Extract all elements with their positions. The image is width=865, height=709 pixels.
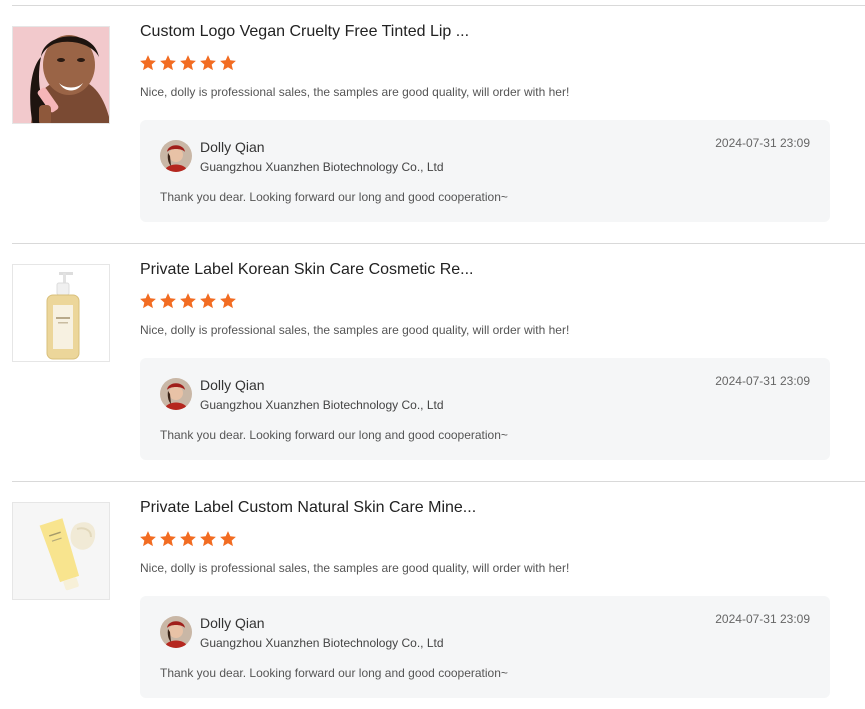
star-icon [140,293,156,309]
star-icon [220,531,236,547]
divider [12,481,865,482]
star-rating [139,530,237,548]
replier-company: Guangzhou Xuanzhen Biotechnology Co., Lt… [200,160,444,174]
review-list: Custom Logo Vegan Cruelty Free Tinted Li… [0,0,865,709]
reply-timestamp: 2024-07-31 23:09 [715,374,810,388]
star-icon [200,293,216,309]
replier-name: Dolly Qian [200,139,265,155]
star-icon [160,531,176,547]
star-icon [140,55,156,71]
woman-with-lip-balm-image [13,27,109,123]
star-icon [180,531,196,547]
product-title[interactable]: Private Label Korean Skin Care Cosmetic … [140,261,473,279]
reply-text: Thank you dear. Looking forward our long… [160,190,508,204]
divider [12,243,865,244]
supplier-reply: Dolly Qian Guangzhou Xuanzhen Biotechnol… [140,120,830,222]
replier-company: Guangzhou Xuanzhen Biotechnology Co., Lt… [200,636,444,650]
review-item: Private Label Korean Skin Care Cosmetic … [0,243,865,481]
review-item: Private Label Custom Natural Skin Care M… [0,481,865,709]
star-icon [160,55,176,71]
product-thumbnail[interactable] [12,264,110,362]
star-icon [160,293,176,309]
replier-name: Dolly Qian [200,377,265,393]
review-comment: Nice, dolly is professional sales, the s… [140,323,570,337]
divider [12,5,865,6]
product-thumbnail[interactable] [12,26,110,124]
avatar [160,140,192,172]
star-icon [200,531,216,547]
star-icon [180,55,196,71]
star-rating [139,54,237,72]
star-icon [140,531,156,547]
star-icon [200,55,216,71]
reply-timestamp: 2024-07-31 23:09 [715,136,810,150]
sunscreen-tube-image [13,503,109,599]
product-title[interactable]: Private Label Custom Natural Skin Care M… [140,499,476,517]
supplier-reply: Dolly Qian Guangzhou Xuanzhen Biotechnol… [140,596,830,698]
review-item: Custom Logo Vegan Cruelty Free Tinted Li… [0,5,865,243]
avatar [160,378,192,410]
replier-name: Dolly Qian [200,615,265,631]
supplier-reply: Dolly Qian Guangzhou Xuanzhen Biotechnol… [140,358,830,460]
reply-text: Thank you dear. Looking forward our long… [160,428,508,442]
replier-company: Guangzhou Xuanzhen Biotechnology Co., Lt… [200,398,444,412]
star-icon [220,55,236,71]
review-comment: Nice, dolly is professional sales, the s… [140,85,570,99]
reply-text: Thank you dear. Looking forward our long… [160,666,508,680]
star-icon [220,293,236,309]
product-thumbnail[interactable] [12,502,110,600]
product-title[interactable]: Custom Logo Vegan Cruelty Free Tinted Li… [140,23,469,41]
avatar [160,616,192,648]
star-icon [180,293,196,309]
reply-timestamp: 2024-07-31 23:09 [715,612,810,626]
cleansing-oil-pump-bottle-image [13,265,109,361]
review-comment: Nice, dolly is professional sales, the s… [140,561,570,575]
star-rating [139,292,237,310]
